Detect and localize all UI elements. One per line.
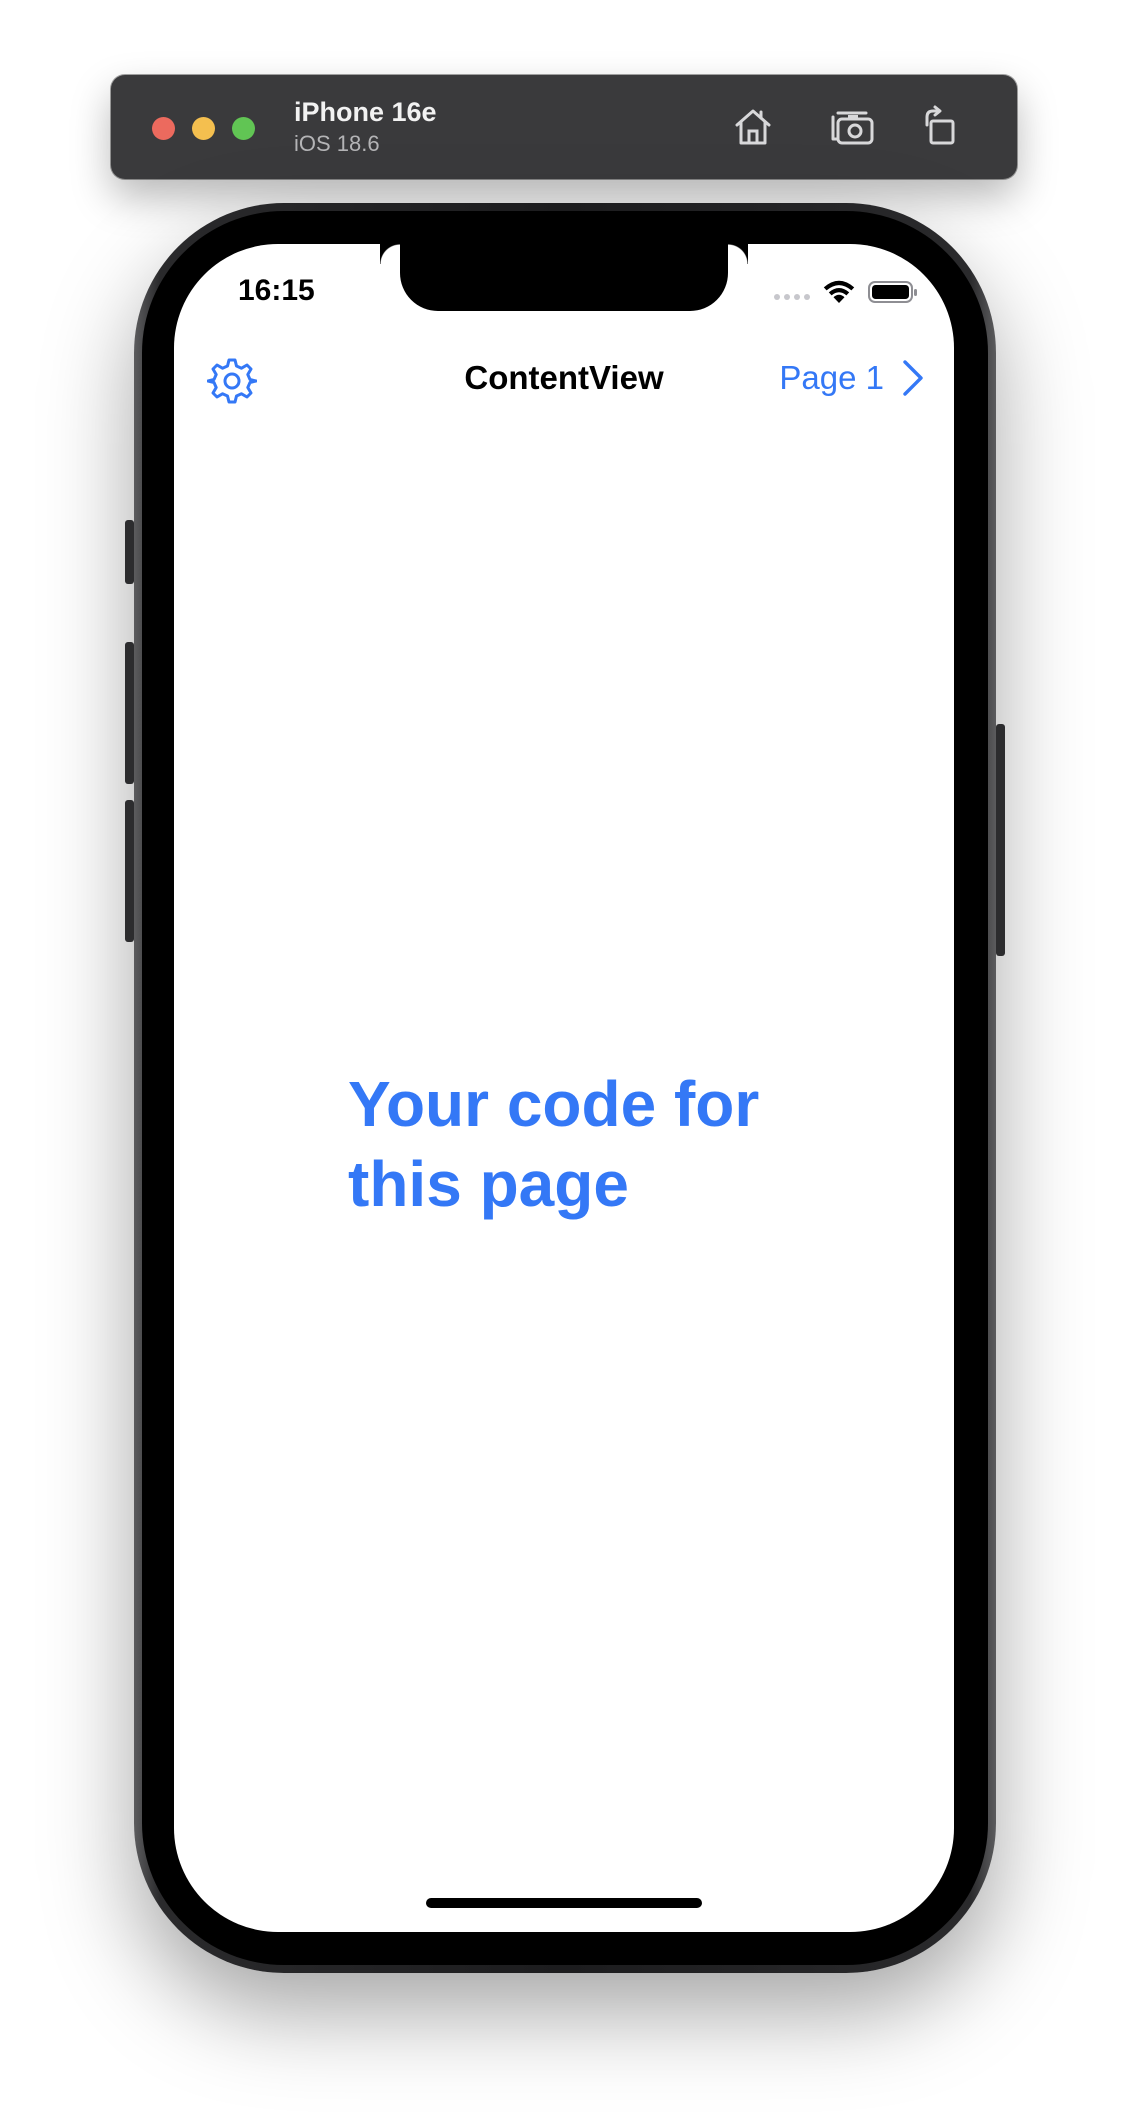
next-page-label: Page 1	[779, 359, 884, 396]
device-name: iPhone 16e	[294, 97, 437, 127]
close-window-button[interactable]	[152, 117, 175, 140]
volume-up-button	[125, 642, 134, 784]
screenshot-icon[interactable]	[828, 103, 876, 151]
next-page-button[interactable]: Page 1	[779, 359, 924, 397]
wifi-icon	[823, 280, 855, 303]
power-button	[996, 724, 1005, 956]
content-text: Your code for this page	[348, 1068, 760, 1220]
rotate-icon[interactable]	[917, 103, 965, 151]
cellular-signal-icon	[774, 294, 810, 300]
zoom-window-button[interactable]	[232, 117, 255, 140]
notch	[400, 244, 748, 311]
mute-switch	[125, 520, 134, 584]
battery-icon	[868, 281, 917, 303]
status-time: 16:15	[238, 274, 315, 307]
simulator-stage: iPhone 16e iOS 18.6 16:15 ContentView Pa…	[0, 0, 1128, 2124]
chevron-right-icon	[903, 360, 923, 396]
volume-down-button	[125, 800, 134, 942]
status-icons	[774, 278, 918, 306]
device-os-version: iOS 18.6	[294, 131, 380, 156]
home-indicator[interactable]	[426, 1898, 702, 1908]
device-screen[interactable]: 16:15 ContentView Page 1 Your code for t…	[174, 244, 954, 1932]
simulator-toolbar: iPhone 16e iOS 18.6	[111, 75, 1017, 179]
minimize-window-button[interactable]	[192, 117, 215, 140]
home-icon[interactable]	[729, 103, 777, 151]
